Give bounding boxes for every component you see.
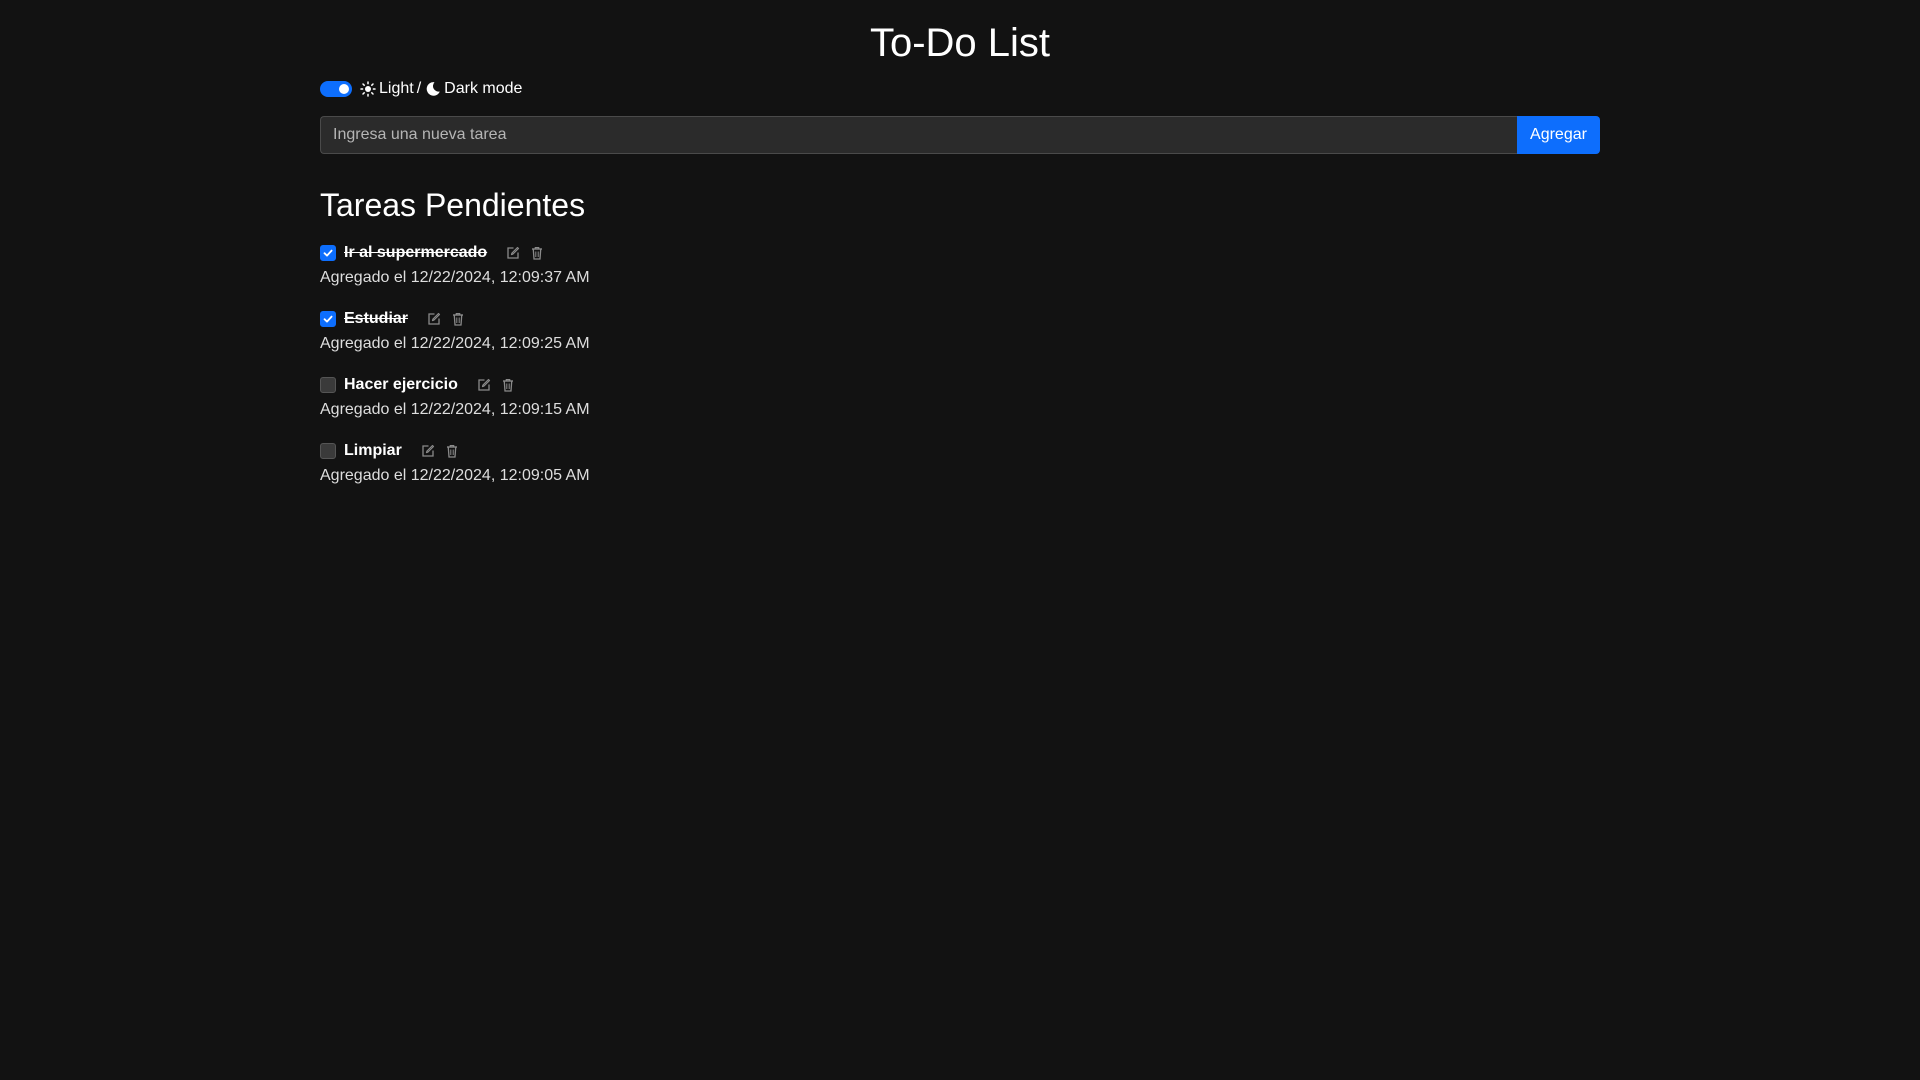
task-date: Agregado el 12/22/2024, 12:09:15 AM <box>320 401 590 418</box>
edit-icon[interactable] <box>476 377 492 393</box>
trash-icon[interactable] <box>450 311 466 327</box>
trash-icon[interactable] <box>529 245 545 261</box>
theme-separator: / <box>416 80 422 97</box>
theme-dark-label: Dark mode <box>444 80 523 97</box>
task-checkbox[interactable] <box>320 443 336 459</box>
task-name: Estudiar <box>344 310 409 327</box>
task-row: Hacer ejercicio <box>320 372 1120 398</box>
theme-switch[interactable] <box>320 81 352 97</box>
check-icon <box>323 315 333 323</box>
task-name: Ir al supermercado <box>344 244 488 261</box>
trash-icon[interactable] <box>444 443 460 459</box>
task-checkbox[interactable] <box>320 245 336 261</box>
edit-icon[interactable] <box>426 311 442 327</box>
task-date: Agregado el 12/22/2024, 12:09:05 AM <box>320 467 590 484</box>
task-name: Hacer ejercicio <box>344 376 458 393</box>
edit-icon[interactable] <box>505 245 521 261</box>
task-row: Ir al supermercado <box>320 240 1120 266</box>
app-container: To-Do List Light / Dark mode Ingresa una… <box>320 0 1600 484</box>
task-name: Limpiar <box>344 442 402 459</box>
theme-light-label: Light <box>379 80 414 97</box>
task-item: Ir al supermercado Agregado el 12/22/202… <box>320 240 1120 306</box>
moon-icon <box>425 81 441 97</box>
task-list: Ir al supermercado Agregado el 12/22/202… <box>320 240 1120 504</box>
new-task-form: Agregar <box>320 116 1600 154</box>
task-date: Agregado el 12/22/2024, 12:09:37 AM <box>320 269 590 286</box>
task-item: Estudiar Agregado el 12/22/2024, 12:09:2… <box>320 306 1120 372</box>
theme-toggle-row: Light / Dark mode <box>320 78 522 100</box>
pending-tasks-title: Tareas Pendientes <box>320 187 586 223</box>
task-row: Limpiar <box>320 438 1120 464</box>
new-task-input[interactable] <box>320 116 1517 154</box>
trash-icon[interactable] <box>500 377 516 393</box>
sun-icon <box>360 81 376 97</box>
edit-icon[interactable] <box>420 443 436 459</box>
task-item: Limpiar Agregado el 12/22/2024, 12:09:05… <box>320 438 1120 504</box>
task-checkbox[interactable] <box>320 377 336 393</box>
task-item: Hacer ejercicio Agregado el 12/22/2024, … <box>320 372 1120 438</box>
task-checkbox[interactable] <box>320 311 336 327</box>
page-title: To-Do List <box>869 21 1051 65</box>
check-icon <box>323 249 333 257</box>
theme-switch-knob <box>339 84 349 94</box>
add-task-button[interactable]: Agregar <box>1517 116 1600 154</box>
task-date: Agregado el 12/22/2024, 12:09:25 AM <box>320 335 590 352</box>
task-row: Estudiar <box>320 306 1120 332</box>
